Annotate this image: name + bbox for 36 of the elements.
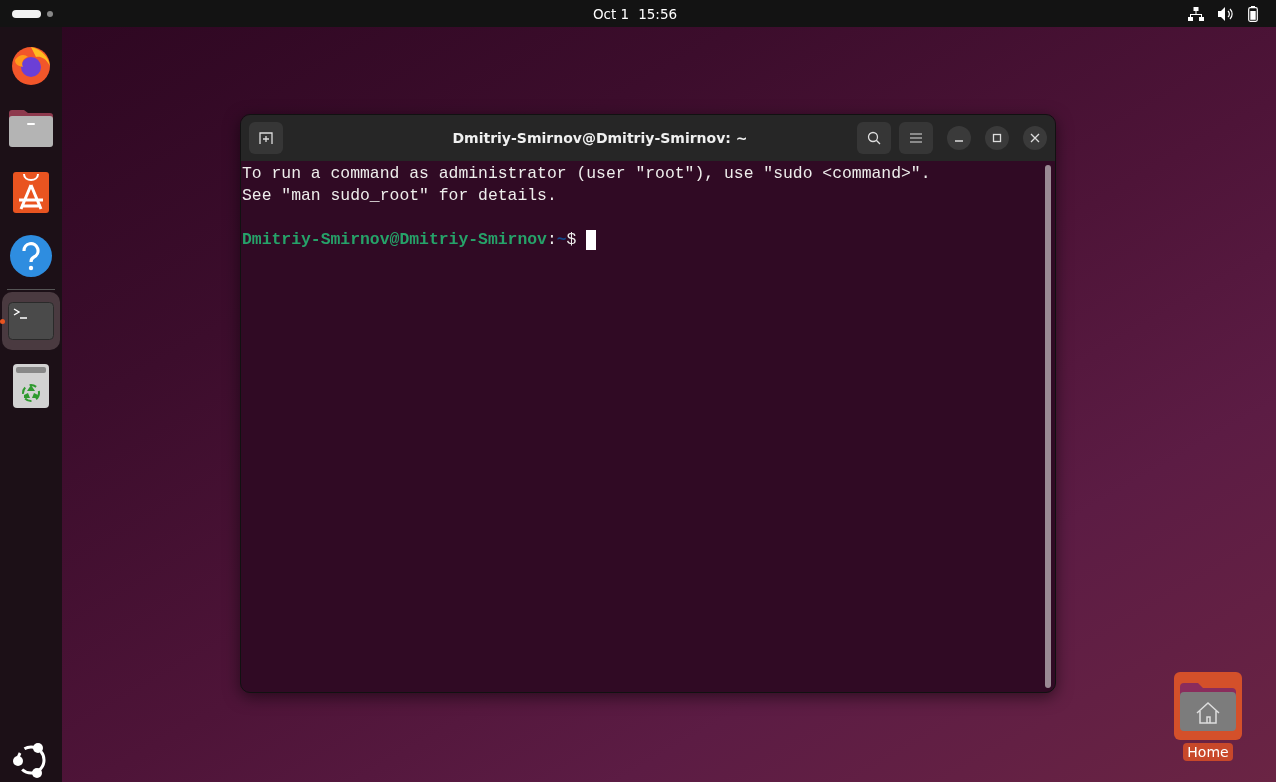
workspace-dot-icon[interactable]	[47, 10, 53, 17]
text-cursor	[586, 230, 597, 250]
shopping-bag-icon	[12, 170, 50, 214]
battery-icon[interactable]	[1248, 5, 1258, 22]
search-button[interactable]	[857, 122, 891, 154]
close-button[interactable]	[1023, 126, 1047, 150]
recycle-bin-icon	[12, 363, 50, 409]
prompt-user-host: Dmitriy-Smirnov@Dmitriy-Smirnov	[242, 229, 547, 251]
window-title: Dmitriy-Smirnov@Dmitriy-Smirnov: ~	[451, 130, 749, 146]
maximize-icon	[992, 133, 1002, 143]
prompt-separator: :	[546, 229, 557, 251]
home-folder-label: Home	[1183, 743, 1233, 761]
close-icon	[1030, 133, 1040, 143]
search-icon	[867, 131, 881, 145]
minimize-icon	[955, 140, 963, 142]
help-icon	[9, 234, 53, 278]
maximize-button[interactable]	[985, 126, 1009, 150]
terminal-icon	[8, 302, 54, 340]
workspace-indicator-icon[interactable]	[12, 9, 41, 18]
prompt-symbol: $	[566, 229, 577, 251]
clock-date: Oct 1	[592, 5, 630, 22]
menu-button[interactable]	[899, 122, 933, 154]
new-tab-button[interactable]	[249, 122, 283, 154]
prompt-path: ~	[556, 229, 567, 251]
terminal-output-line: To run a command as administrator (user "root"), use "sudo <command>".	[242, 163, 932, 185]
network-icon[interactable]	[1188, 6, 1204, 21]
terminal-output-line: See "man sudo_root" for details.	[242, 185, 558, 207]
menu-icon	[910, 133, 922, 143]
running-indicator-icon	[0, 319, 5, 324]
new-tab-icon	[259, 131, 273, 145]
speaker-icon[interactable]	[1218, 6, 1234, 21]
folder-icon	[8, 107, 54, 149]
home-folder-icon[interactable]	[1174, 672, 1242, 740]
minimize-button[interactable]	[947, 126, 971, 150]
clock-time: 15:56	[638, 5, 678, 22]
scrollbar[interactable]	[1045, 165, 1051, 688]
